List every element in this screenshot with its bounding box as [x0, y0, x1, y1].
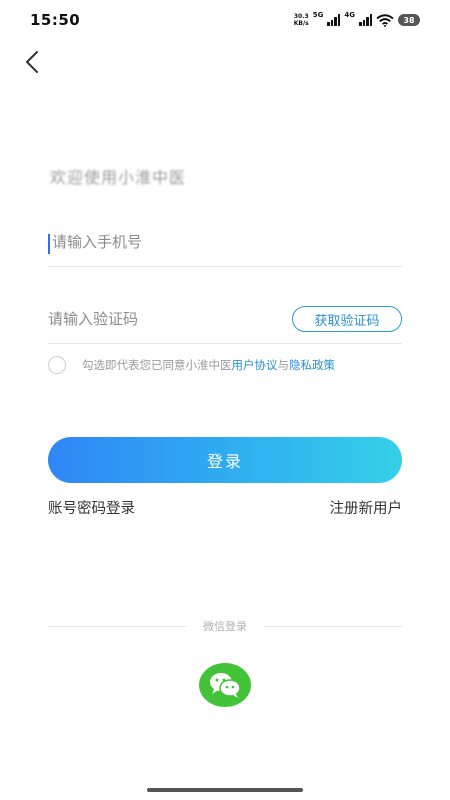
verification-code-input[interactable] — [48, 299, 278, 339]
wifi-icon — [376, 13, 394, 27]
wechat-divider: 微信登录 — [48, 618, 402, 634]
status-icons: 30.3 KB/s 5G 4G 38 — [294, 11, 420, 28]
network-speed-unit: KB/s — [293, 20, 309, 27]
wechat-login-label: 微信登录 — [203, 620, 247, 633]
verification-code-field[interactable]: 获取验证码 — [48, 299, 402, 344]
get-code-button[interactable]: 获取验证码 — [292, 306, 402, 332]
signal-icon — [327, 14, 341, 26]
chevron-left-icon — [26, 51, 38, 73]
network-type-label-2: 4G — [344, 11, 355, 19]
agreement-prefix: 勾选即代表您已同意小淮中医 — [82, 358, 232, 372]
user-agreement-link[interactable]: 用户协议 — [232, 358, 278, 372]
agreement-row: 勾选即代表您已同意小淮中医用户协议与隐私政策 — [48, 354, 335, 376]
login-button-label: 登录 — [206, 452, 243, 471]
wechat-login-button[interactable] — [199, 663, 251, 707]
phone-field[interactable] — [48, 222, 406, 267]
welcome-text: 欢迎使用小淮中医 — [50, 168, 187, 187]
text-cursor — [48, 234, 50, 254]
battery-icon: 38 — [398, 14, 420, 26]
divider-line-left — [48, 625, 187, 627]
signal-icon-2 — [359, 14, 372, 26]
phone-input[interactable] — [48, 222, 406, 262]
status-time: 15:50 — [30, 11, 81, 29]
register-link[interactable]: 注册新用户 — [330, 497, 403, 518]
wechat-icon — [210, 673, 241, 698]
back-button[interactable] — [18, 48, 48, 78]
status-bar: 15:50 30.3 KB/s 5G 4G 38 — [0, 0, 450, 40]
battery-level: 38 — [403, 15, 415, 25]
divider-line-right — [263, 625, 402, 627]
home-indicator[interactable] — [147, 788, 303, 792]
agreement-checkbox[interactable] — [48, 356, 66, 374]
network-speed: 30.3 KB/s — [294, 13, 309, 27]
network-type-label: 5G — [312, 11, 324, 19]
login-button[interactable]: 登录 — [48, 437, 402, 483]
agreement-and: 与 — [277, 358, 290, 372]
password-login-link[interactable]: 账号密码登录 — [48, 497, 135, 518]
agreement-text: 勾选即代表您已同意小淮中医用户协议与隐私政策 — [82, 357, 335, 373]
privacy-policy-link[interactable]: 隐私政策 — [289, 358, 335, 372]
network-speed-value: 30.3 — [293, 13, 309, 20]
